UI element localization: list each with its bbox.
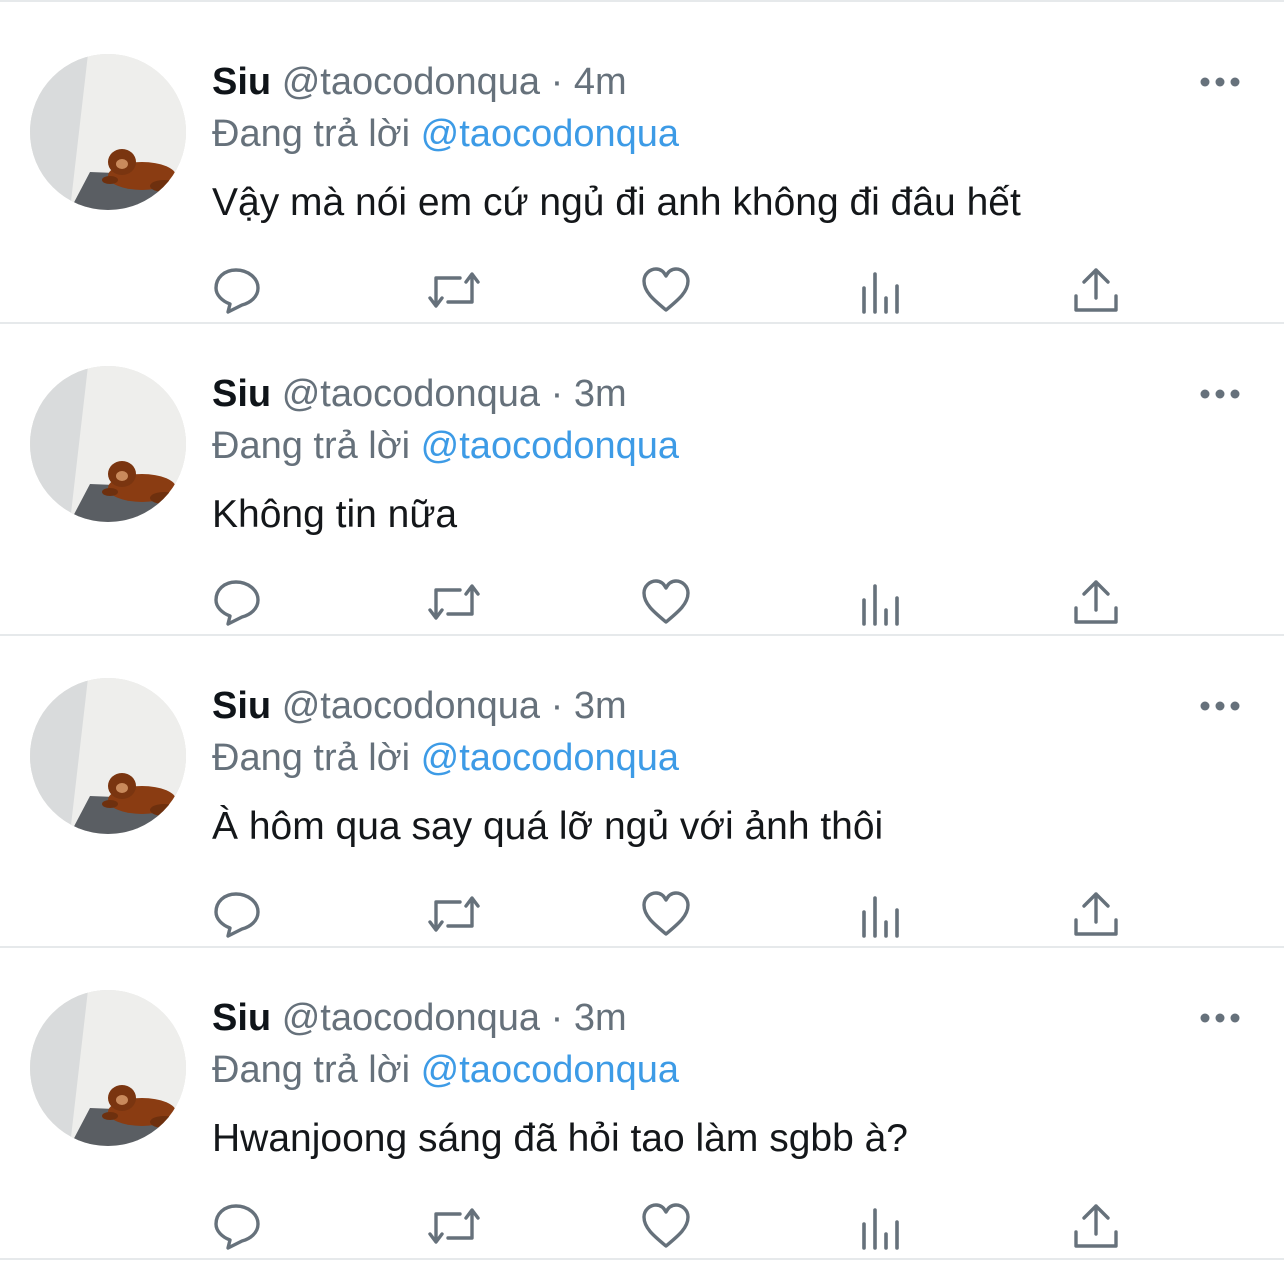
display-name[interactable]: Siu [212, 997, 271, 1039]
timestamp[interactable]: 3m [574, 685, 627, 727]
reply-prefix: Đang trả lời [212, 737, 411, 779]
tweet[interactable]: Siu @taocodonqua · 3m Đang trả lời @taoc… [0, 638, 1284, 948]
reply-mention[interactable]: @taocodonqua [421, 1049, 679, 1091]
reply-prefix: Đang trả lời [212, 113, 411, 155]
reply-icon[interactable] [212, 888, 264, 940]
reply-mention[interactable]: @taocodonqua [421, 425, 679, 467]
tweet-text: Vậy mà nói em cứ ngủ đi anh không đi đâu… [212, 181, 1021, 224]
action-bar [0, 1200, 1284, 1256]
timestamp[interactable]: 3m [574, 373, 627, 415]
separator-dot: · [550, 997, 564, 1039]
reply-icon[interactable] [212, 576, 264, 628]
separator-dot: · [550, 61, 564, 103]
display-name[interactable]: Siu [212, 61, 271, 103]
reply-icon[interactable] [212, 264, 264, 316]
tweet[interactable]: Siu @taocodonqua · 3m Đang trả lời @taoc… [0, 950, 1284, 1260]
tweet-text: Không tin nữa [212, 493, 458, 536]
heart-icon[interactable] [640, 888, 692, 940]
analytics-icon[interactable] [858, 264, 910, 316]
separator-dot: · [550, 373, 564, 415]
tweet-header: Siu @taocodonqua · 3m [212, 994, 627, 1042]
retweet-icon[interactable] [426, 1200, 480, 1252]
tweet[interactable]: Siu @taocodonqua · 4m Đang trả lời @taoc… [0, 14, 1284, 324]
analytics-icon[interactable] [858, 576, 910, 628]
more-icon[interactable] [1198, 64, 1242, 100]
share-icon[interactable] [1070, 888, 1122, 940]
tweet-text: À hôm qua say quá lỡ ngủ với ảnh thôi [212, 805, 884, 848]
action-bar [0, 888, 1284, 944]
retweet-icon[interactable] [426, 264, 480, 316]
tweet[interactable]: Siu @taocodonqua · 3m Đang trả lời @taoc… [0, 326, 1284, 636]
avatar[interactable] [30, 366, 186, 522]
action-bar [0, 576, 1284, 632]
tweet-header: Siu @taocodonqua · 4m [212, 58, 627, 106]
action-bar [0, 264, 1284, 320]
analytics-icon[interactable] [858, 1200, 910, 1252]
avatar[interactable] [30, 678, 186, 834]
heart-icon[interactable] [640, 264, 692, 316]
retweet-icon[interactable] [426, 888, 480, 940]
display-name[interactable]: Siu [212, 373, 271, 415]
more-icon[interactable] [1198, 688, 1242, 724]
reply-mention[interactable]: @taocodonqua [421, 113, 679, 155]
reply-prefix: Đang trả lời [212, 1049, 411, 1091]
share-icon[interactable] [1070, 576, 1122, 628]
reply-context: Đang trả lời @taocodonqua [212, 734, 679, 782]
reply-context: Đang trả lời @taocodonqua [212, 1046, 679, 1094]
tweet-header: Siu @taocodonqua · 3m [212, 370, 627, 418]
top-divider [0, 0, 1284, 2]
analytics-icon[interactable] [858, 888, 910, 940]
reply-icon[interactable] [212, 1200, 264, 1252]
tweet-header: Siu @taocodonqua · 3m [212, 682, 627, 730]
share-icon[interactable] [1070, 264, 1122, 316]
reply-mention[interactable]: @taocodonqua [421, 737, 679, 779]
more-icon[interactable] [1198, 376, 1242, 412]
display-name[interactable]: Siu [212, 685, 271, 727]
tweet-text: Hwanjoong sáng đã hỏi tao làm sgbb à? [212, 1117, 908, 1160]
more-icon[interactable] [1198, 1000, 1242, 1036]
separator-dot: · [550, 685, 564, 727]
user-handle[interactable]: @taocodonqua [282, 373, 540, 415]
user-handle[interactable]: @taocodonqua [282, 61, 540, 103]
avatar[interactable] [30, 54, 186, 210]
reply-context: Đang trả lời @taocodonqua [212, 422, 679, 470]
heart-icon[interactable] [640, 576, 692, 628]
user-handle[interactable]: @taocodonqua [282, 997, 540, 1039]
share-icon[interactable] [1070, 1200, 1122, 1252]
timestamp[interactable]: 3m [574, 997, 627, 1039]
retweet-icon[interactable] [426, 576, 480, 628]
heart-icon[interactable] [640, 1200, 692, 1252]
timestamp[interactable]: 4m [574, 61, 627, 103]
user-handle[interactable]: @taocodonqua [282, 685, 540, 727]
avatar[interactable] [30, 990, 186, 1146]
reply-prefix: Đang trả lời [212, 425, 411, 467]
reply-context: Đang trả lời @taocodonqua [212, 110, 679, 158]
